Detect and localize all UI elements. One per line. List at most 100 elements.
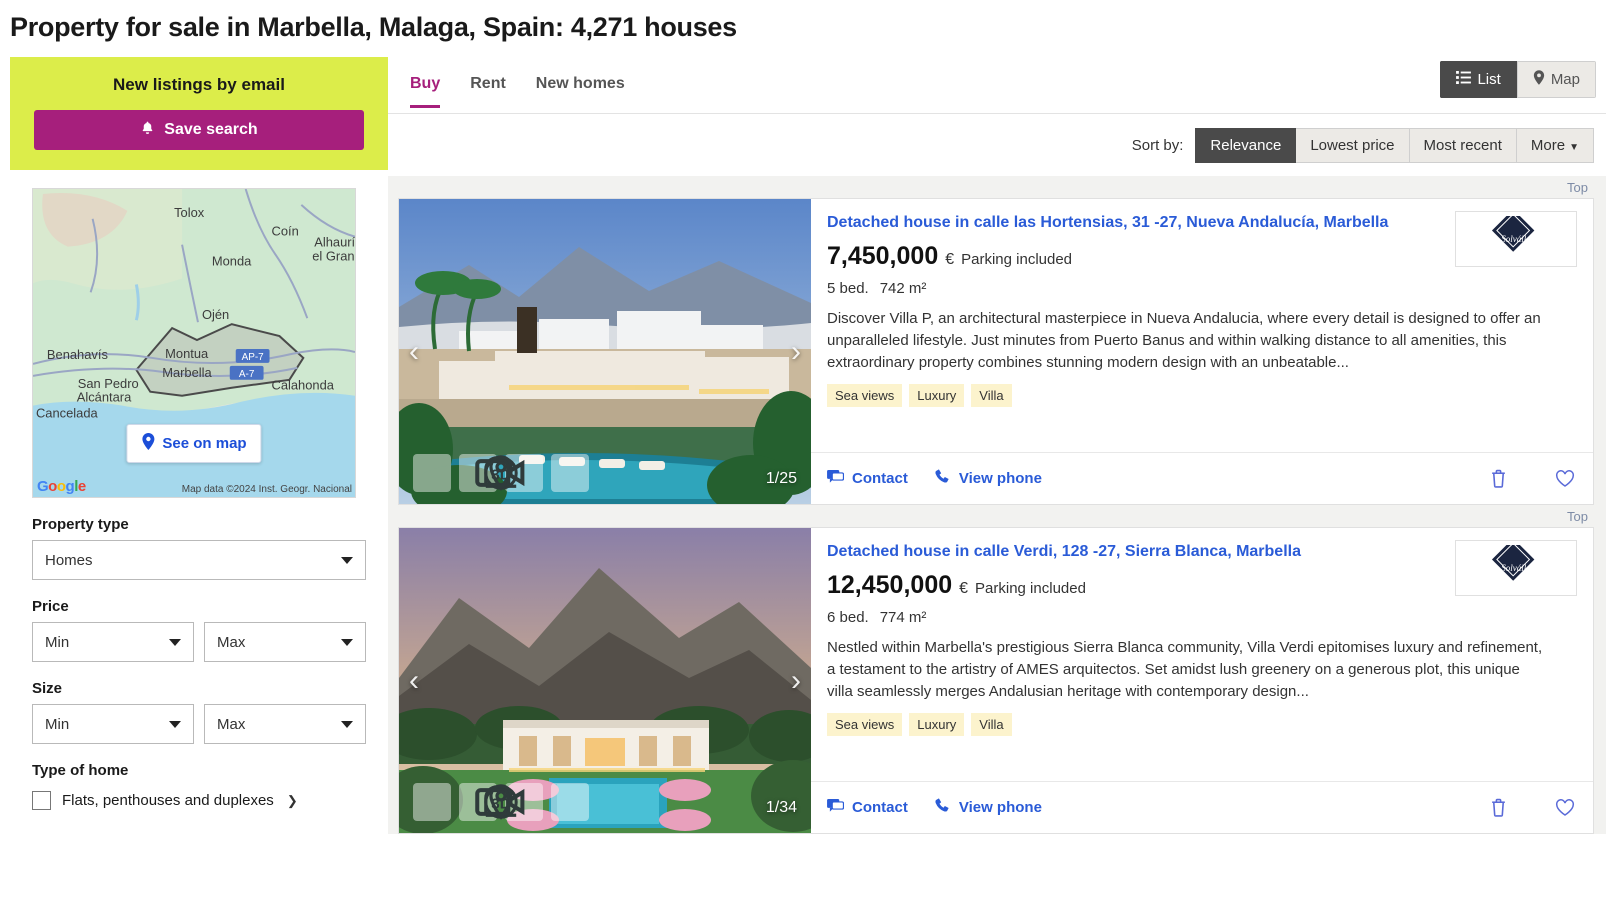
photo-counter: 1/34 [765, 799, 797, 816]
select-value: Homes [45, 551, 93, 569]
svg-text:Solváila: Solváila [1501, 563, 1531, 573]
photo-next-arrow[interactable]: › [791, 335, 801, 369]
listing-tag: Sea views [827, 713, 903, 737]
sort-lowest-price[interactable]: Lowest price [1296, 127, 1410, 163]
view-toggle-list[interactable]: List [1440, 61, 1517, 98]
map-label: San Pedro [78, 376, 139, 391]
listing-info: Detached house in calle las Hortensias, … [811, 199, 1593, 504]
contact-button[interactable]: Contact [827, 798, 908, 817]
action-label: Contact [852, 470, 908, 487]
listing-card-wrapper: Top ‹ › 3D 1/25 Detached house in calle las … [388, 176, 1606, 505]
map-label: Alcántara [77, 390, 132, 405]
page-title: Property for sale in Marbella, Malaga, S… [10, 12, 737, 42]
top-badge: Top [388, 505, 1606, 527]
map-label: Ojén [202, 307, 229, 322]
view-toggle-map[interactable]: Map [1516, 61, 1596, 98]
map-pin-icon [141, 433, 155, 454]
email-alert-box: New listings by email Save search [10, 57, 388, 170]
listing-tag: Sea views [827, 384, 903, 408]
listing-tags: Sea views Luxury Villa [827, 384, 1575, 408]
listing-tag: Luxury [909, 713, 965, 737]
map-label: Benahavís [47, 347, 108, 362]
sort-more[interactable]: More ▼ [1516, 127, 1594, 163]
parking-note: Parking included [975, 580, 1086, 598]
listing-card-wrapper: Top ‹ › 3D 1/34 Detached house in calle Verd… [388, 505, 1606, 834]
map-label: Marbella [162, 365, 212, 380]
chat-icon [827, 798, 845, 817]
agency-logo-graphic: Solváila [1491, 545, 1535, 581]
alert-title: New listings by email [113, 75, 285, 94]
filter-controls: Min Max [32, 704, 366, 744]
view-toggle-label: List [1477, 71, 1501, 88]
map-label: Cancelada [36, 406, 99, 421]
chevron-down-icon [341, 720, 353, 728]
sort-label: Most recent [1423, 136, 1502, 154]
favorite-icon[interactable] [1555, 798, 1575, 817]
listing-price: 12,450,000 [827, 571, 953, 600]
listing-type-tabs: Buy Rent New homes [410, 57, 625, 108]
chat-icon [827, 469, 845, 488]
listing-card[interactable]: ‹ › 3D 1/25 Detached house in calle las Hort… [398, 198, 1594, 505]
view-phone-button[interactable]: View phone [934, 797, 1042, 818]
map-label: Calahonda [272, 378, 335, 393]
map-pin-icon [1533, 70, 1545, 89]
bell-icon [140, 120, 155, 141]
listing-info: Detached house in calle Verdi, 128 -27, … [811, 528, 1593, 833]
sort-most-recent[interactable]: Most recent [1409, 127, 1517, 163]
phone-icon [934, 797, 951, 818]
sort-relevance[interactable]: Relevance [1195, 127, 1297, 163]
agency-logo[interactable]: Solváila [1455, 540, 1577, 596]
price-min-select[interactable]: Min [32, 622, 194, 662]
google-logo: Google [37, 478, 86, 495]
view-toggle: List Map [1440, 61, 1596, 98]
listing-specs: 6 bed. 774 m² [827, 609, 1575, 626]
photo-prev-arrow[interactable]: ‹ [409, 664, 419, 698]
tab-new-homes[interactable]: New homes [536, 75, 625, 108]
save-search-button[interactable]: Save search [34, 110, 364, 150]
sort-label: Relevance [1210, 136, 1282, 154]
map-pin-icon[interactable] [489, 454, 589, 492]
chevron-down-icon[interactable]: ❯ [287, 793, 298, 809]
page-layout: New listings by email Save search Tolox … [0, 57, 1606, 834]
flats-checkbox-label: Flats, penthouses and duplexes [62, 792, 274, 809]
filters-panel: Tolox Coín Alhaurínel Grande Monda Ojén Benah… [10, 170, 388, 810]
map-thumbnail[interactable]: Tolox Coín Alhaurínel Grande Monda Ojén Benah… [32, 188, 356, 498]
tab-buy[interactable]: Buy [410, 75, 441, 108]
flats-checkbox[interactable] [32, 791, 51, 810]
photo-next-arrow[interactable]: › [791, 664, 801, 698]
filter-controls: Homes [32, 540, 366, 580]
listing-tags: Sea views Luxury Villa [827, 713, 1575, 737]
parking-note: Parking included [961, 251, 1073, 269]
discard-icon[interactable] [1490, 469, 1507, 488]
map-pin-icon[interactable] [489, 783, 589, 821]
sort-bar: Sort by: Relevance Lowest price Most recen… [388, 114, 1606, 176]
view-phone-button[interactable]: View phone [934, 468, 1042, 489]
price-max-select[interactable]: Max [204, 622, 366, 662]
favorite-icon[interactable] [1555, 469, 1575, 488]
listing-specs: 5 bed. 742 m² [827, 280, 1575, 297]
road-shield: AP-7 [242, 352, 265, 363]
agency-logo[interactable]: Solváila [1455, 211, 1577, 267]
contact-button[interactable]: Contact [827, 469, 908, 488]
see-on-map-button[interactable]: See on map [126, 424, 262, 463]
phone-icon [934, 468, 951, 489]
map-label: el Grande [312, 249, 355, 264]
property-type-select[interactable]: Homes [32, 540, 366, 580]
chevron-down-icon [341, 556, 353, 564]
listing-actions: Contact View phone [811, 781, 1593, 833]
select-value: Max [217, 715, 246, 733]
chevron-down-icon [169, 638, 181, 646]
listing-photo[interactable]: ‹ › 3D 1/34 [399, 528, 811, 833]
top-badge: Top [388, 176, 1606, 198]
listing-card[interactable]: ‹ › 3D 1/34 Detached house in calle Verdi, 1… [398, 527, 1594, 834]
select-value: Min [45, 715, 70, 733]
sidebar: New listings by email Save search Tolox … [10, 57, 388, 810]
type-of-home-option[interactable]: Flats, penthouses and duplexes ❯ [32, 791, 366, 810]
size-min-select[interactable]: Min [32, 704, 194, 744]
tab-rent[interactable]: Rent [470, 75, 506, 108]
discard-icon[interactable] [1490, 798, 1507, 817]
photo-prev-arrow[interactable]: ‹ [409, 335, 419, 369]
select-value: Min [45, 633, 70, 651]
size-max-select[interactable]: Max [204, 704, 366, 744]
listing-photo[interactable]: ‹ › 3D 1/25 [399, 199, 811, 504]
